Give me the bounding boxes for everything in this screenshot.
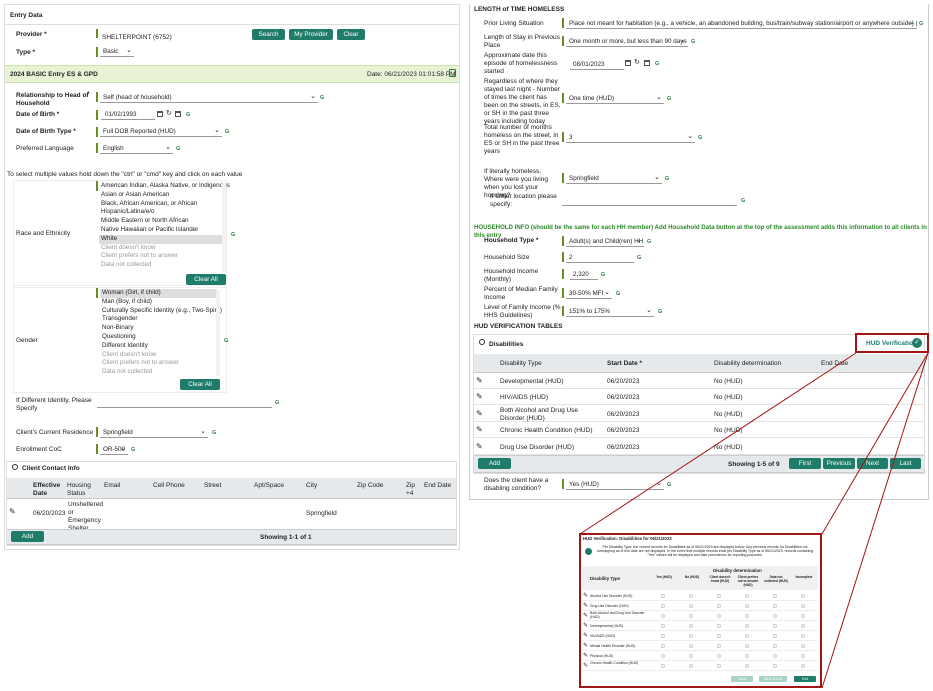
radio-button[interactable] xyxy=(745,604,749,608)
radio-button[interactable] xyxy=(661,644,665,648)
radio-button[interactable] xyxy=(801,624,805,628)
pencil-icon[interactable]: ✎ xyxy=(583,612,588,619)
pencil-icon[interactable]: ✎ xyxy=(583,592,588,599)
radio-button[interactable] xyxy=(661,664,665,668)
popup-row-label: Physical (HUD) xyxy=(590,654,614,658)
pencil-icon[interactable]: ✎ xyxy=(583,622,588,629)
pencil-icon[interactable]: ✎ xyxy=(583,642,588,649)
radio-button[interactable] xyxy=(801,644,805,648)
pencil-icon[interactable]: ✎ xyxy=(583,652,588,659)
popup-row-label: HIV/AIDS (HUD) xyxy=(590,634,616,638)
radio-button[interactable] xyxy=(661,654,665,658)
radio-button[interactable] xyxy=(717,624,721,628)
radio-button[interactable] xyxy=(661,604,665,608)
radio-button[interactable] xyxy=(689,664,693,668)
radio-button[interactable] xyxy=(745,664,749,668)
radio-button[interactable] xyxy=(773,644,777,648)
popup-row-label: Drug Use Disorder (HUD) xyxy=(590,604,629,608)
radio-button[interactable] xyxy=(801,614,805,618)
popup-row-label: Mental Health Disorder (HUD) xyxy=(590,644,636,648)
radio-button[interactable] xyxy=(773,634,777,638)
popup-save-button[interactable]: Save xyxy=(731,676,753,682)
popup-col-header: Data not collected (HUD) xyxy=(764,575,788,583)
radio-button[interactable] xyxy=(717,614,721,618)
radio-button[interactable] xyxy=(801,594,805,598)
radio-button[interactable] xyxy=(745,624,749,628)
popup-col-header: Yes (HUD) xyxy=(656,575,672,579)
popup-col-header: Incomplete xyxy=(795,575,813,579)
radio-button[interactable] xyxy=(773,594,777,598)
radio-button[interactable] xyxy=(689,614,693,618)
popup-save-exit-button[interactable]: Save & Exit xyxy=(759,676,787,682)
radio-button[interactable] xyxy=(773,624,777,628)
radio-button[interactable] xyxy=(745,594,749,598)
radio-button[interactable] xyxy=(773,664,777,668)
popup-col-header: No (HUD) xyxy=(684,575,700,579)
popup-row-label: Both Alcohol and Drug Use Disorder (HUD) xyxy=(590,611,645,619)
radio-button[interactable] xyxy=(689,644,693,648)
radio-button[interactable] xyxy=(689,604,693,608)
radio-button[interactable] xyxy=(801,634,805,638)
radio-button[interactable] xyxy=(745,654,749,658)
radio-button[interactable] xyxy=(773,614,777,618)
radio-button[interactable] xyxy=(801,664,805,668)
pencil-icon[interactable]: ✎ xyxy=(583,602,588,609)
popup-info: Per Disability Type, the current records… xyxy=(596,545,814,557)
popup-exit-button[interactable]: Exit xyxy=(794,676,816,682)
radio-button[interactable] xyxy=(801,604,805,608)
radio-button[interactable] xyxy=(689,634,693,638)
radio-button[interactable] xyxy=(745,644,749,648)
info-icon xyxy=(585,548,592,555)
popup-row-label: Chronic Health Condition (HUD) xyxy=(590,661,639,665)
popup-type-header: Disability Type xyxy=(590,576,621,581)
pencil-icon[interactable]: ✎ xyxy=(583,662,588,669)
radio-button[interactable] xyxy=(661,634,665,638)
radio-button[interactable] xyxy=(773,654,777,658)
popup-row-label: Developmental (HUD) xyxy=(590,624,624,628)
pencil-icon[interactable]: ✎ xyxy=(583,632,588,639)
radio-button[interactable] xyxy=(689,594,693,598)
radio-button[interactable] xyxy=(717,634,721,638)
radio-button[interactable] xyxy=(661,614,665,618)
radio-button[interactable] xyxy=(717,644,721,648)
radio-button[interactable] xyxy=(773,604,777,608)
popup-row-label: Alcohol Use Disorder (HUD) xyxy=(590,594,633,598)
radio-button[interactable] xyxy=(717,654,721,658)
radio-button[interactable] xyxy=(689,624,693,628)
popup-col-header: Client doesn't know (HUD) xyxy=(709,575,731,583)
radio-button[interactable] xyxy=(717,594,721,598)
radio-button[interactable] xyxy=(745,614,749,618)
radio-button[interactable] xyxy=(661,624,665,628)
radio-button[interactable] xyxy=(689,654,693,658)
popup-col-header: Client prefers not to answer (HUD) xyxy=(737,575,759,587)
radio-button[interactable] xyxy=(717,664,721,668)
popup-title: HUD Verification: Disabilities for 06/21… xyxy=(583,536,672,541)
radio-button[interactable] xyxy=(801,654,805,658)
popup-det-header: Disability determination xyxy=(713,568,762,573)
radio-button[interactable] xyxy=(661,594,665,598)
radio-button[interactable] xyxy=(717,604,721,608)
radio-button[interactable] xyxy=(745,634,749,638)
